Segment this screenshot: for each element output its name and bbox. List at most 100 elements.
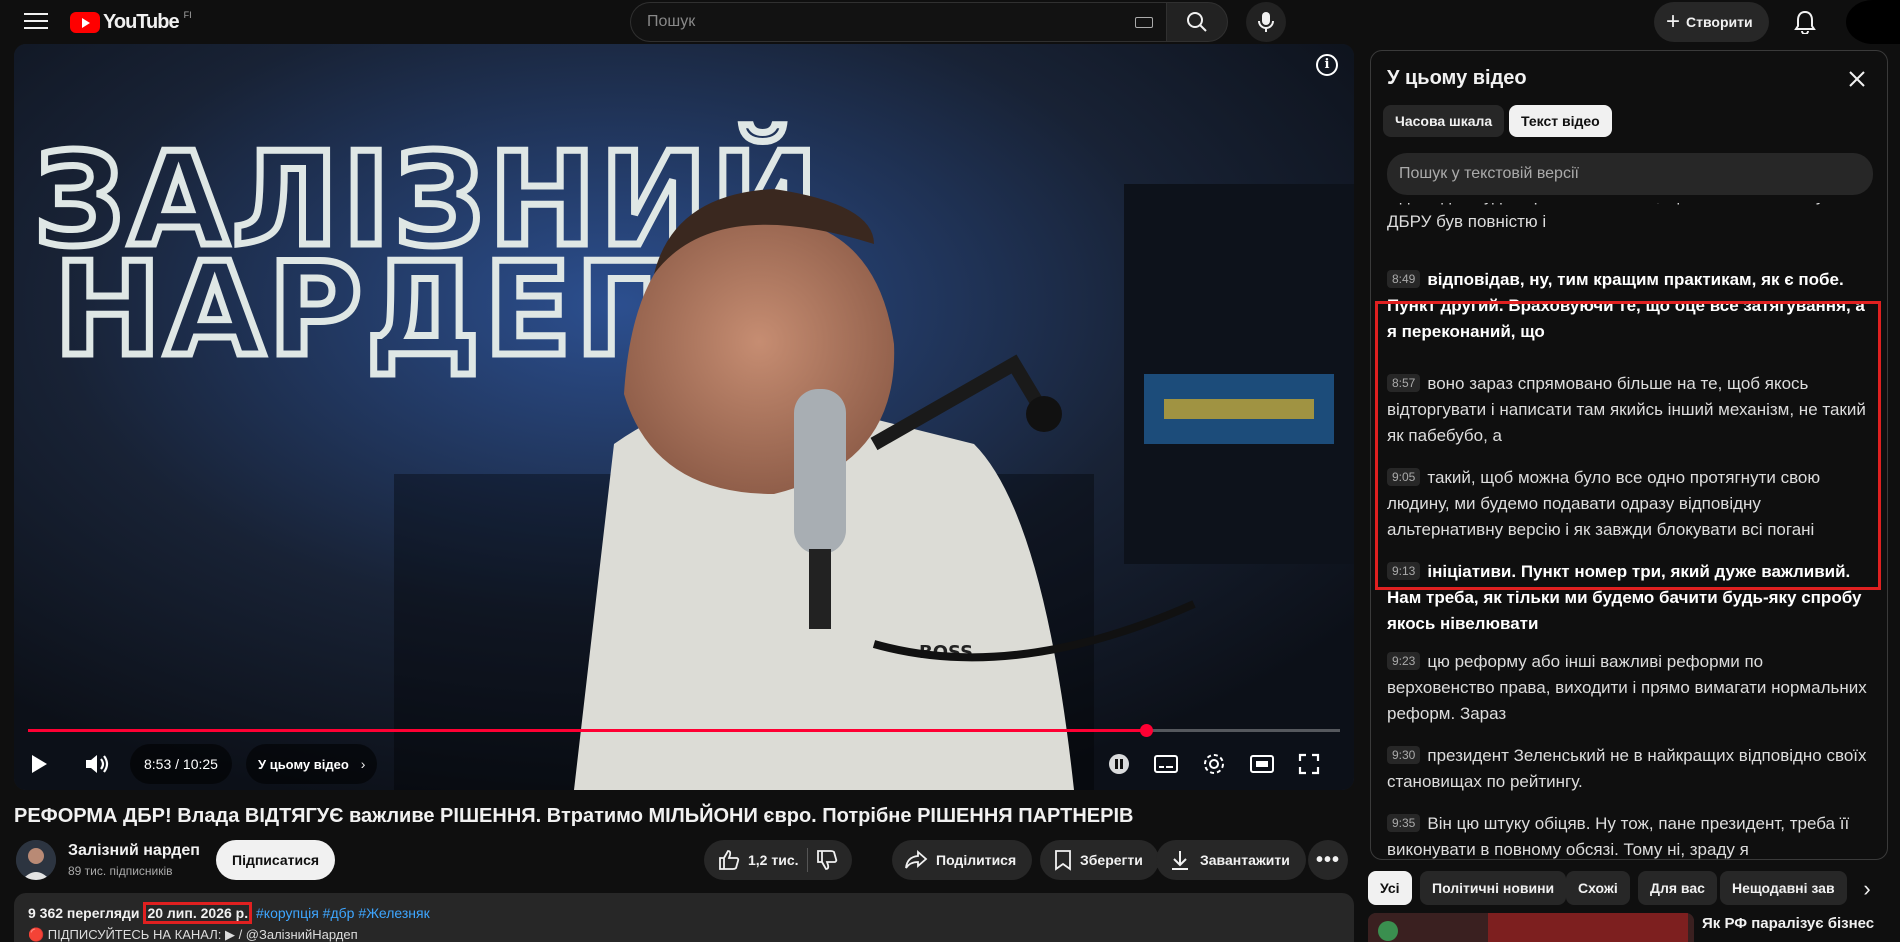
transcript-search-input[interactable] xyxy=(1387,153,1873,195)
youtube-logo[interactable]: YouTube FI xyxy=(70,9,192,34)
play-icon xyxy=(32,755,47,773)
country-code: FI xyxy=(183,9,192,20)
chip-similar[interactable]: Схожі xyxy=(1566,871,1630,905)
chevron-right-icon: › xyxy=(360,756,366,772)
menu-icon[interactable] xyxy=(24,13,48,31)
transcript-segment[interactable]: 9:13 ініціативи. Пункт номер три, який ду… xyxy=(1387,559,1867,637)
share-button[interactable]: Поділитися xyxy=(892,840,1033,880)
chapter-label: У цьому відео xyxy=(258,756,349,772)
progress-bar[interactable] xyxy=(28,724,1340,737)
segment-text: воно зараз спрямовано більше на те, щоб … xyxy=(1387,374,1866,445)
transcript-segment-active[interactable]: 8:49 відповідав, ну, тим кращим практикам… xyxy=(1387,267,1867,345)
like-divider xyxy=(806,848,808,872)
upload-date: 20 лип. 2026 р. xyxy=(143,902,253,924)
transcript-segment[interactable]: 9:30 президент Зеленський не в найкращих … xyxy=(1387,743,1867,795)
fullscreen-button[interactable] xyxy=(1298,744,1320,784)
like-count[interactable]: 1,2 тис. xyxy=(748,852,799,868)
like-icon[interactable] xyxy=(718,849,740,871)
miniplayer-icon xyxy=(1250,755,1274,773)
gear-icon xyxy=(1204,754,1224,774)
search-bar xyxy=(630,2,1228,42)
save-label: Зберегти xyxy=(1080,852,1143,868)
segment-text: ініціативи. Пункт номер три, який дуже в… xyxy=(1387,562,1862,633)
progress-scrubber[interactable] xyxy=(1139,724,1153,737)
video-player[interactable]: ЗАЛІЗНИЙ НАРДЕП BOSS i 8:53 / 10:25 У ць… xyxy=(14,44,1354,790)
segment-timestamp: 8:49 xyxy=(1387,270,1421,288)
miniplayer-button[interactable] xyxy=(1250,744,1274,784)
autoplay-pause-icon xyxy=(1109,754,1129,774)
logo-text: YouTube xyxy=(103,11,180,33)
microphone-icon xyxy=(1258,12,1274,32)
autoplay-toggle[interactable] xyxy=(1108,744,1130,784)
tab-transcript[interactable]: Текст відео xyxy=(1509,105,1612,137)
neon-sign-line2: НАРДЕП xyxy=(54,236,687,385)
subscribe-button[interactable]: Підписатися xyxy=(216,840,336,880)
segment-text: відповідав, ну, тим кращим практикам, як… xyxy=(1387,270,1865,341)
download-button[interactable]: Завантажити xyxy=(1156,840,1306,880)
voice-search-button[interactable] xyxy=(1246,2,1286,42)
info-icon[interactable]: i xyxy=(1316,54,1338,76)
more-horizontal-icon: ••• xyxy=(1315,849,1340,871)
channel-name[interactable]: Залізний нардеп xyxy=(68,842,200,860)
segment-timestamp: 9:35 xyxy=(1387,814,1421,832)
chip-all[interactable]: Усі xyxy=(1368,871,1412,905)
share-icon xyxy=(905,850,928,869)
play-button[interactable] xyxy=(26,744,56,784)
chips-next-button[interactable]: › xyxy=(1852,874,1882,904)
keyboard-icon[interactable] xyxy=(1135,17,1153,28)
video-frame: ЗАЛІЗНИЙ НАРДЕП BOSS xyxy=(14,44,1354,790)
channel-row: Залізний нардеп 89 тис. підписників Підп… xyxy=(14,838,1354,886)
video-title: РЕФОРМА ДБР! Влада ВІДТЯГУЄ важливе РІШЕ… xyxy=(14,805,1134,827)
segment-timestamp: 8:57 xyxy=(1387,374,1421,392)
description-box[interactable]: 9 362 перегляди 20 лип. 2026 р. #корупці… xyxy=(14,893,1354,942)
search-button[interactable] xyxy=(1166,2,1228,42)
create-button[interactable]: + Створити xyxy=(1654,2,1769,42)
close-panel-button[interactable] xyxy=(1839,61,1875,97)
create-label: Створити xyxy=(1686,14,1753,30)
segment-text: президент Зеленський не в найкращих відп… xyxy=(1387,746,1867,791)
transcript-segment[interactable]: відповідно буде спрямована на те, щоб те… xyxy=(1387,203,1867,235)
segment-text: такий, щоб можна було все одно протягнут… xyxy=(1387,468,1821,539)
settings-button[interactable] xyxy=(1202,744,1226,784)
tab-chapters[interactable]: Часова шкала xyxy=(1383,105,1505,137)
like-dislike-group: 1,2 тис. xyxy=(704,840,852,880)
hashtags[interactable]: #корупція #дбр #Железняк xyxy=(256,905,430,921)
transcript-segment[interactable]: 9:23 цю реформу або інші важливі реформи … xyxy=(1387,649,1867,727)
thumbnail-image xyxy=(1368,913,1694,942)
channel-avatar[interactable] xyxy=(16,840,56,880)
plus-icon: + xyxy=(1666,8,1681,35)
recommended-video-thumbnail[interactable] xyxy=(1368,913,1694,942)
account-avatar[interactable] xyxy=(1846,0,1900,44)
transcript-segment[interactable]: 8:57 воно зараз спрямовано більше на те, … xyxy=(1387,371,1867,449)
view-count: 9 362 перегляди xyxy=(28,905,140,921)
subtitles-button[interactable] xyxy=(1154,744,1178,784)
chapter-button[interactable]: У цьому відео › xyxy=(246,744,378,784)
subscriber-count: 89 тис. підписників xyxy=(68,864,173,878)
transcript-panel: У цьому відео Часова шкала Текст відео в… xyxy=(1370,50,1888,860)
recommendation-filter-chips: Усі Політичні новини Схожі Для вас Нещод… xyxy=(1368,871,1900,907)
close-icon xyxy=(1849,71,1865,87)
chip-for-you[interactable]: Для вас xyxy=(1638,871,1717,905)
progress-played xyxy=(28,729,1146,732)
search-input[interactable] xyxy=(630,2,1166,42)
description-first-line: 🔴 ПІДПИСУЙТЕСЬ НА КАНАЛ: ▶ / @ЗалізнийНа… xyxy=(28,927,358,942)
notifications-bell-icon[interactable] xyxy=(1794,10,1816,34)
transcript-segment[interactable]: 9:05 такий, щоб можна було все одно протя… xyxy=(1387,465,1867,543)
more-actions-button[interactable]: ••• xyxy=(1308,840,1348,880)
segment-text: Він цю штуку обіцяв. Ну тож, пане презид… xyxy=(1387,814,1850,859)
chip-political-news[interactable]: Політичні новини xyxy=(1420,871,1567,905)
chip-recently-uploaded[interactable]: Нещодавні зав xyxy=(1720,871,1847,905)
chevron-right-icon: › xyxy=(1863,876,1871,901)
top-bar: YouTube FI + Створити xyxy=(0,0,1900,44)
recommended-video-title[interactable]: Як РФ паралізує бізнес xyxy=(1702,915,1874,932)
volume-button[interactable] xyxy=(84,744,118,784)
segment-text: відповідно буде спрямована на те, щоб те… xyxy=(1387,203,1848,231)
save-button[interactable]: Зберегти xyxy=(1040,840,1159,880)
subtitles-icon xyxy=(1154,755,1178,773)
search-icon xyxy=(1187,12,1207,32)
fullscreen-icon xyxy=(1298,753,1320,775)
description-meta: 9 362 перегляди 20 лип. 2026 р. #корупці… xyxy=(28,902,430,924)
time-text: 8:53 / 10:25 xyxy=(144,756,218,772)
transcript-segment[interactable]: 9:35 Він цю штуку обіцяв. Ну тож, пане пр… xyxy=(1387,811,1867,859)
dislike-icon[interactable] xyxy=(816,849,838,871)
